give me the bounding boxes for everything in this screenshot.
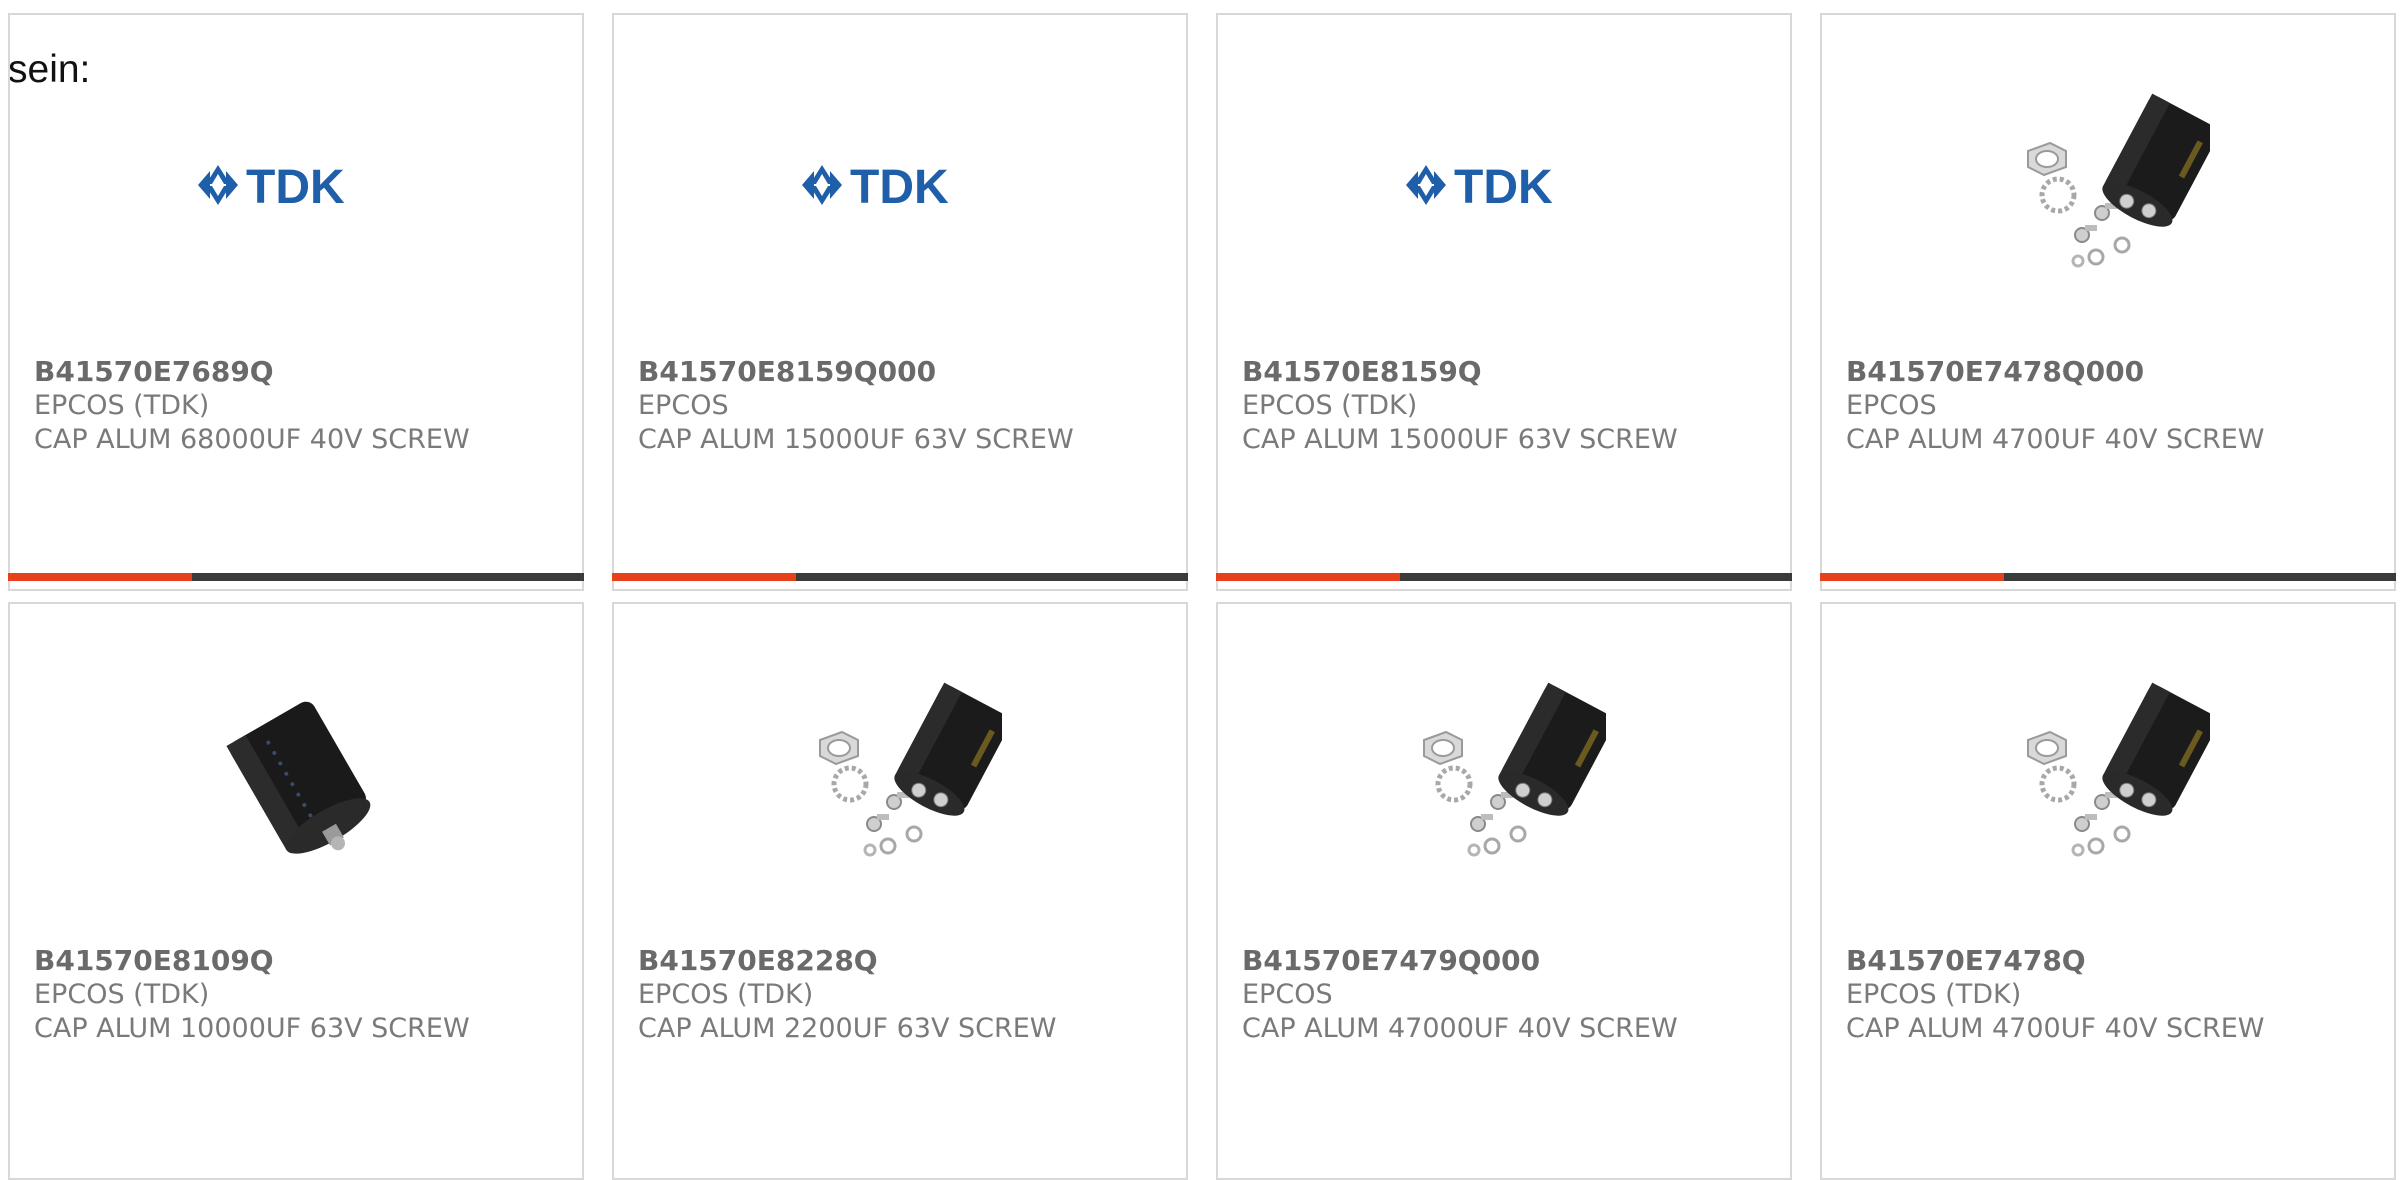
product-card[interactable]: B41570E7478Q EPCOS (TDK) CAP ALUM 4700UF… <box>1820 602 2396 1180</box>
product-card[interactable]: TDK B41570E7689Q EPCOS (TDK) CAP ALUM 68… <box>8 13 584 591</box>
progress-fill <box>8 573 192 581</box>
progress-fill <box>1216 573 1400 581</box>
capacitor-image <box>802 674 1002 874</box>
manufacturer: EPCOS <box>1242 979 1333 1010</box>
svg-text:TDK: TDK <box>850 161 949 209</box>
description: CAP ALUM 15000UF 63V SCREW <box>638 424 1074 455</box>
description: CAP ALUM 4700UF 40V SCREW <box>1846 1013 2265 1044</box>
product-card[interactable]: B41570E7479Q000 EPCOS CAP ALUM 47000UF 4… <box>1216 602 1792 1180</box>
product-card[interactable]: B41570E8228Q EPCOS (TDK) CAP ALUM 2200UF… <box>612 602 1188 1180</box>
part-number-link[interactable]: B41570E8228Q <box>638 944 1176 978</box>
product-card[interactable]: TDK B41570E8159Q000 EPCOS CAP ALUM 15000… <box>612 13 1188 591</box>
capacitor-image <box>2010 674 2210 874</box>
svg-text:TDK: TDK <box>246 161 345 209</box>
part-number-link[interactable]: B41570E7478Q000 <box>1846 355 2384 389</box>
manufacturer: EPCOS (TDK) <box>638 979 814 1010</box>
tdk-logo-image: TDK <box>1406 85 1606 285</box>
manufacturer: EPCOS (TDK) <box>34 390 210 421</box>
manufacturer: EPCOS (TDK) <box>34 979 210 1010</box>
progress-fill <box>1820 573 2004 581</box>
manufacturer: EPCOS <box>1846 390 1937 421</box>
svg-text:TDK: TDK <box>1454 161 1553 209</box>
description: CAP ALUM 10000UF 63V SCREW <box>34 1013 470 1044</box>
product-grid: TDK B41570E7689Q EPCOS (TDK) CAP ALUM 68… <box>8 13 2400 1180</box>
manufacturer: EPCOS (TDK) <box>1846 979 2022 1010</box>
part-number-link[interactable]: B41570E7479Q000 <box>1242 944 1780 978</box>
description: CAP ALUM 15000UF 63V SCREW <box>1242 424 1678 455</box>
description: CAP ALUM 4700UF 40V SCREW <box>1846 424 2265 455</box>
product-card[interactable]: B41570E7478Q000 EPCOS CAP ALUM 4700UF 40… <box>1820 13 2396 591</box>
tdk-logo-image: TDK <box>198 85 398 285</box>
part-number-link[interactable]: B41570E8109Q <box>34 944 572 978</box>
part-number-link[interactable]: B41570E7478Q <box>1846 944 2384 978</box>
progress-bar <box>1820 573 2396 581</box>
description: CAP ALUM 47000UF 40V SCREW <box>1242 1013 1678 1044</box>
manufacturer: EPCOS (TDK) <box>1242 390 1418 421</box>
manufacturer: EPCOS <box>638 390 729 421</box>
product-card[interactable]: TDK B41570E8159Q EPCOS (TDK) CAP ALUM 15… <box>1216 13 1792 591</box>
product-card[interactable]: B41570E8109Q EPCOS (TDK) CAP ALUM 10000U… <box>8 602 584 1180</box>
description: CAP ALUM 2200UF 63V SCREW <box>638 1013 1057 1044</box>
part-number-link[interactable]: B41570E7689Q <box>34 355 572 389</box>
progress-bar <box>612 573 1188 581</box>
progress-fill <box>612 573 796 581</box>
capacitor-image <box>1406 674 1606 874</box>
capacitor-image <box>198 674 398 874</box>
description: CAP ALUM 68000UF 40V SCREW <box>34 424 470 455</box>
tdk-logo-image: TDK <box>802 85 1002 285</box>
progress-bar <box>1216 573 1792 581</box>
progress-bar <box>8 573 584 581</box>
part-number-link[interactable]: B41570E8159Q <box>1242 355 1780 389</box>
part-number-link[interactable]: B41570E8159Q000 <box>638 355 1176 389</box>
capacitor-image <box>2010 85 2210 285</box>
